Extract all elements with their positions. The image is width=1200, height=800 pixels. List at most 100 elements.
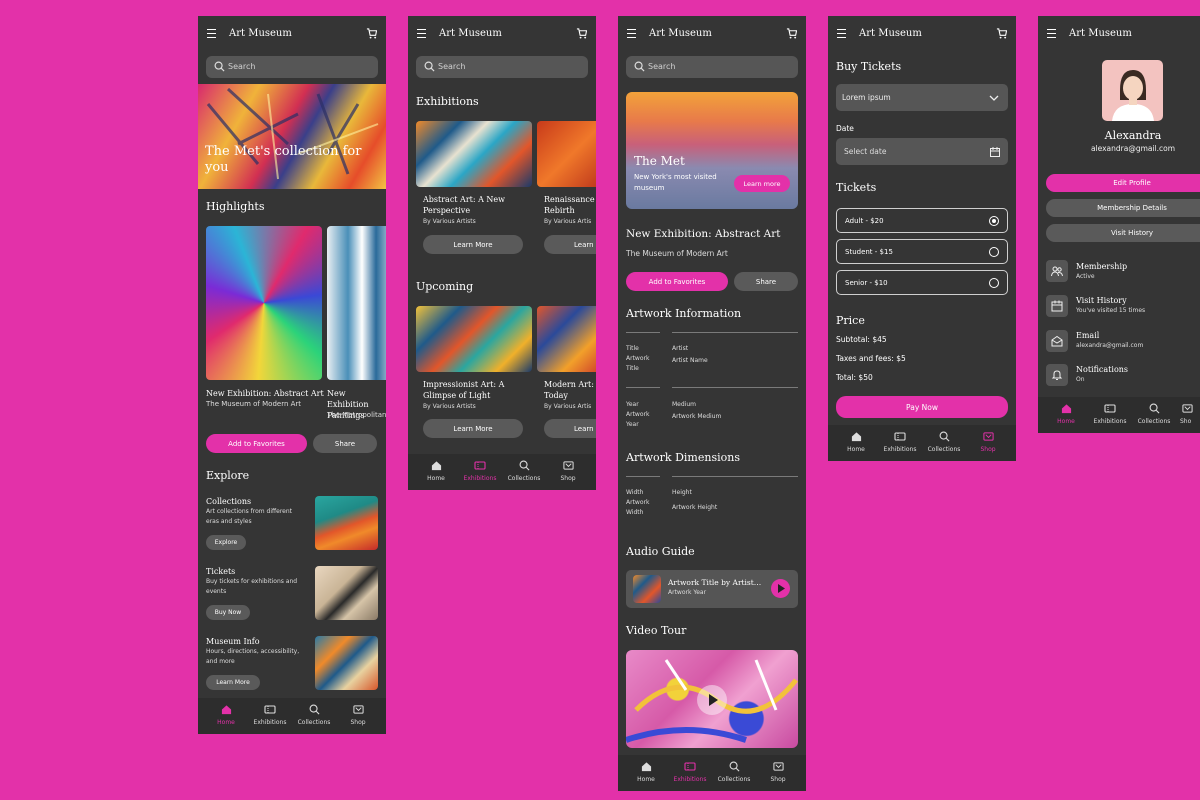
exhibition-card-image-2[interactable] — [537, 121, 596, 187]
search-input[interactable]: Search — [626, 56, 798, 78]
shop-icon — [562, 461, 574, 470]
bottom-nav: Home Exhibitions Collections Shop — [618, 755, 806, 791]
exhibition-card-image[interactable] — [416, 121, 532, 187]
exhibitions-title: Exhibitions — [416, 95, 479, 108]
nav-collections[interactable]: Collections — [1132, 403, 1176, 425]
menu-icon[interactable] — [837, 29, 846, 38]
nav-exhibitions[interactable]: Exhibitions — [878, 431, 922, 453]
menu-icon[interactable] — [417, 29, 426, 38]
nav-exhibitions[interactable]: Exhibitions — [458, 460, 502, 482]
medium-label: Medium — [672, 401, 696, 408]
pay-now-button[interactable]: Pay Now — [836, 396, 1008, 418]
explore-museum-info-title: Museum Info — [206, 637, 260, 646]
collections-thumbnail[interactable] — [315, 496, 378, 550]
tickets-thumbnail[interactable] — [315, 566, 378, 620]
nav-collections[interactable]: Collections — [712, 761, 756, 783]
museum-info-thumbnail[interactable] — [315, 636, 378, 690]
cart-icon[interactable] — [366, 28, 377, 39]
nav-home[interactable]: Home — [834, 431, 878, 453]
cart-icon[interactable] — [576, 28, 587, 39]
buy-now-button[interactable]: Buy Now — [206, 605, 250, 620]
learn-more-button[interactable]: Learn More — [206, 675, 260, 690]
height-label: Height — [672, 489, 692, 496]
ticket-option-adult[interactable]: Adult - $20 — [836, 208, 1008, 233]
add-to-favorites-button[interactable]: Add to Favorites — [626, 272, 728, 291]
search-input[interactable]: Search — [206, 56, 378, 78]
cart-icon[interactable] — [996, 28, 1007, 39]
menu-icon[interactable] — [627, 29, 636, 38]
ticket-icon — [684, 762, 696, 771]
hero-card[interactable]: The Met New York's most visited museum L… — [626, 92, 798, 209]
radio-icon — [989, 247, 999, 257]
home-icon — [431, 461, 441, 471]
nav-collections[interactable]: Collections — [502, 460, 546, 482]
divider — [672, 476, 798, 477]
divider — [626, 332, 660, 333]
search-input[interactable]: Search — [416, 56, 588, 78]
learn-more-button[interactable]: Learn more — [734, 175, 790, 192]
top-bar: Art Museum — [408, 16, 596, 52]
nav-exhibitions[interactable]: Exhibitions — [668, 761, 712, 783]
nav-home[interactable]: Home — [204, 704, 248, 726]
membership-details-button[interactable]: Membership Details — [1046, 199, 1200, 217]
radio-icon — [989, 278, 999, 288]
bottom-nav: Home Exhibitions Collections Shop — [198, 698, 386, 734]
notifications-icon-box — [1046, 364, 1068, 386]
nav-home[interactable]: Home — [414, 460, 458, 482]
date-input[interactable]: Select date — [836, 138, 1008, 165]
video-player[interactable] — [626, 650, 798, 748]
avatar[interactable] — [1102, 60, 1163, 121]
share-button[interactable]: Share — [734, 272, 798, 291]
highlight-card-image[interactable] — [206, 226, 322, 380]
top-bar: Art Museum — [1038, 16, 1200, 52]
learn-more-button-upcoming[interactable]: Learn More — [423, 419, 523, 438]
add-to-favorites-button[interactable]: Add to Favorites — [206, 434, 307, 453]
play-button[interactable] — [771, 579, 790, 598]
upcoming-card-image-2[interactable] — [537, 306, 596, 372]
nav-collections[interactable]: Collections — [922, 431, 966, 453]
artist-label: Artist — [672, 345, 689, 352]
exhibition-select-value: Lorem ipsum — [842, 93, 891, 102]
share-button[interactable]: Share — [313, 434, 377, 453]
nav-collections[interactable]: Collections — [292, 704, 336, 726]
nav-shop[interactable]: Shop — [336, 704, 380, 726]
learn-more-button-2[interactable]: Learn — [544, 235, 596, 254]
learn-more-button-upcoming-2[interactable]: Learn — [544, 419, 596, 438]
upcoming-card-image[interactable] — [416, 306, 532, 372]
app-title: Art Museum — [229, 28, 292, 39]
explore-button[interactable]: Explore — [206, 535, 246, 550]
nav-shop[interactable]: Sho — [1176, 403, 1200, 425]
ticket-option-senior[interactable]: Senior - $10 — [836, 270, 1008, 295]
search-placeholder: Search — [648, 62, 676, 71]
nav-exhibitions[interactable]: Exhibitions — [248, 704, 292, 726]
video-play-button[interactable] — [697, 685, 727, 715]
ticket-option-student[interactable]: Student - $15 — [836, 239, 1008, 264]
audio-player[interactable]: Artwork Title by Artist… Artwork Year — [626, 570, 798, 608]
highlight-card-image-2[interactable] — [327, 226, 386, 380]
nav-home[interactable]: Home — [624, 761, 668, 783]
nav-exhibitions[interactable]: Exhibitions — [1088, 403, 1132, 425]
visit-history-button[interactable]: Visit History — [1046, 224, 1200, 242]
menu-icon[interactable] — [207, 29, 216, 38]
tickets-title: Tickets — [836, 181, 877, 194]
explore-tickets-desc: Buy tickets for exhibitions and events — [206, 578, 298, 595]
learn-more-button[interactable]: Learn More — [423, 235, 523, 254]
hero-card-subtitle: New York's most visited museum — [634, 173, 717, 192]
nav-shop[interactable]: Shop — [966, 431, 1010, 453]
edit-profile-button[interactable]: Edit Profile — [1046, 174, 1200, 192]
cart-icon[interactable] — [786, 28, 797, 39]
highlight-card-subtitle-2: The Metropolitan — [327, 411, 386, 419]
hero-banner[interactable]: The Met's collection for you — [198, 84, 386, 189]
menu-icon[interactable] — [1047, 29, 1056, 38]
shop-icon — [352, 705, 364, 714]
exhibition-select[interactable]: Lorem ipsum — [836, 84, 1008, 111]
nav-home[interactable]: Home — [1044, 403, 1088, 425]
audio-track-subtitle: Artwork Year — [668, 589, 707, 596]
explore-collections-desc: Art collections from different eras and … — [206, 508, 293, 525]
nav-shop[interactable]: Shop — [756, 761, 800, 783]
membership-icon-box — [1046, 260, 1068, 282]
search-icon — [424, 61, 435, 72]
exhibition-card-artists-2: By Various Artis — [544, 218, 592, 225]
artwork-medium-value: Artwork Medium — [672, 413, 722, 420]
nav-shop[interactable]: Shop — [546, 460, 590, 482]
